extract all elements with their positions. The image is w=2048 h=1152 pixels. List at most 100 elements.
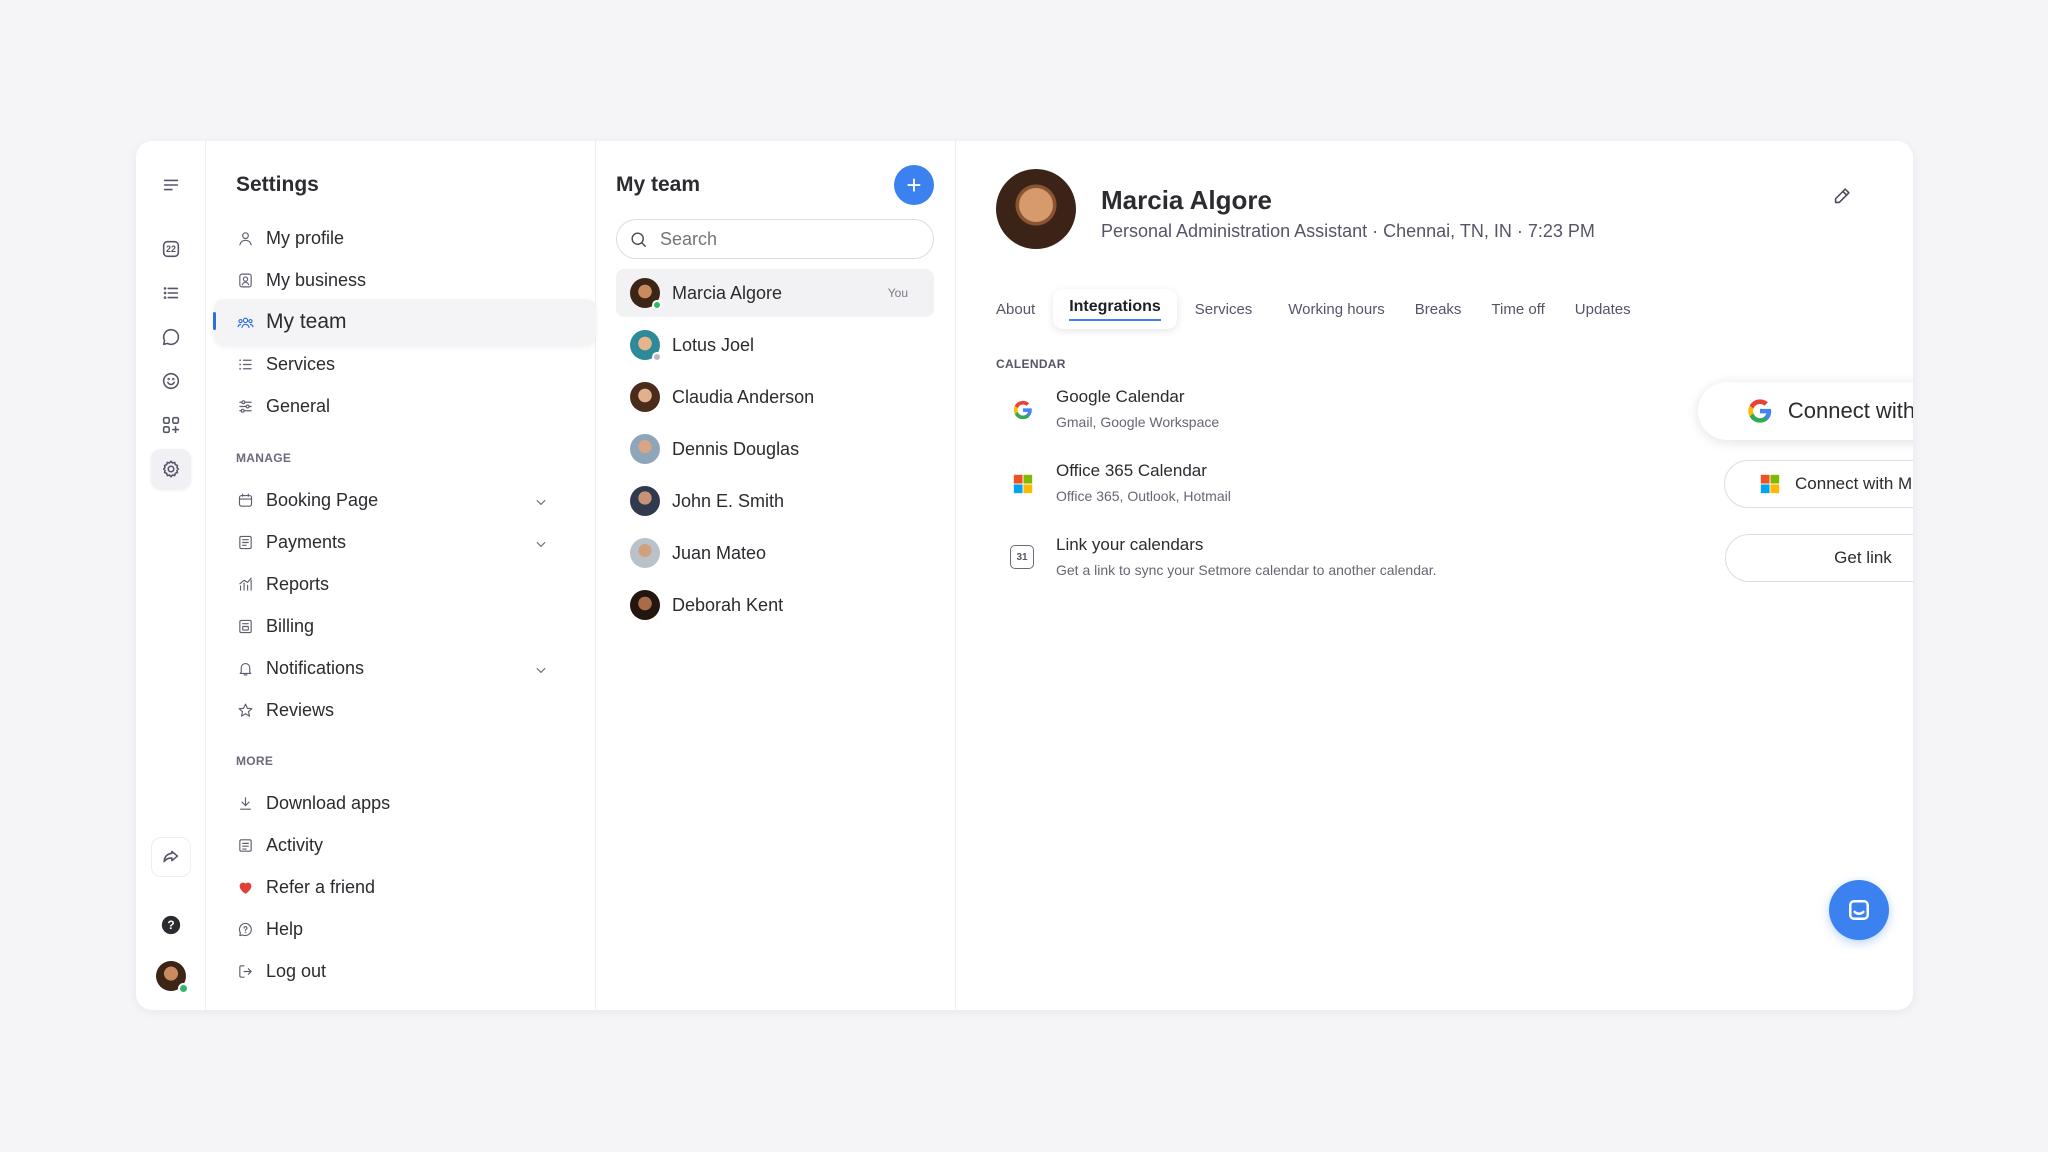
more-section-label: MORE — [236, 754, 274, 768]
calendar-icon — [236, 491, 254, 509]
nav-label: Log out — [266, 960, 327, 981]
menu-icon[interactable] — [151, 165, 191, 205]
nav-reviews[interactable]: Reviews — [236, 691, 576, 729]
team-member-row[interactable]: Marcia Algore You — [616, 269, 934, 317]
you-badge: You — [887, 286, 908, 300]
smiley-icon[interactable] — [151, 361, 191, 401]
nav-my-profile[interactable]: My profile — [236, 219, 576, 257]
download-icon — [236, 794, 254, 812]
integration-desc: Office 365, Outlook, Hotmail — [1056, 488, 1231, 504]
nav-activity[interactable]: Activity — [236, 826, 576, 864]
nav-services[interactable]: Services — [236, 345, 576, 383]
member-name: Marcia Algore — [672, 282, 783, 303]
online-status-dot — [178, 983, 189, 994]
add-member-button[interactable]: + — [894, 165, 934, 205]
nav-my-team[interactable]: My team — [213, 299, 596, 345]
pencil-icon — [1834, 188, 1850, 204]
nav-reports[interactable]: Reports — [236, 565, 576, 603]
member-name: Juan Mateo — [672, 542, 767, 563]
member-avatar — [630, 590, 660, 620]
connect-microsoft-button[interactable]: Connect with Microsoft — [1724, 460, 1913, 508]
nav-label: Download apps — [266, 792, 391, 813]
nav-label: Help — [266, 918, 304, 939]
nav-label: Payments — [266, 531, 347, 552]
integration-title: Office 365 Calendar — [1056, 461, 1207, 480]
member-avatar — [630, 486, 660, 516]
button-label: Connect with Microsoft — [1795, 474, 1913, 493]
chevron-down-icon[interactable] — [534, 661, 548, 675]
team-member-row[interactable]: Dennis Douglas — [616, 425, 934, 473]
nav-label: Activity — [266, 834, 324, 855]
team-member-row[interactable]: Claudia Anderson — [616, 373, 934, 421]
member-avatar — [630, 278, 662, 310]
nav-label: Reviews — [266, 699, 335, 720]
get-link-button[interactable]: Get link — [1725, 534, 1913, 582]
member-avatar — [630, 330, 662, 362]
chat-icon — [1849, 900, 1869, 920]
team-member-row[interactable]: Deborah Kent — [616, 581, 934, 629]
profile-avatar — [996, 169, 1076, 249]
tab-time-off[interactable]: Time off — [1475, 289, 1558, 329]
chevron-down-icon[interactable] — [534, 535, 548, 549]
nav-booking-page[interactable]: Booking Page — [236, 481, 576, 519]
button-label: Get link — [1834, 548, 1892, 567]
edit-button[interactable] — [1831, 185, 1857, 211]
nav-billing[interactable]: Billing — [236, 607, 576, 645]
microsoft-icon — [1010, 471, 1036, 497]
nav-label: My profile — [266, 227, 345, 248]
nav-my-business[interactable]: My business — [236, 261, 576, 299]
icon-rail: 22 ? — [136, 141, 206, 1010]
tab-services[interactable]: Services — [1181, 289, 1267, 329]
person-icon — [236, 229, 254, 247]
member-avatar — [630, 434, 660, 464]
integration-title: Link your calendars — [1056, 535, 1204, 554]
calendar-day-label: 22 — [165, 244, 176, 254]
nav-log-out[interactable]: Log out — [236, 952, 576, 990]
member-detail: Marcia Algore Personal Administration As… — [956, 141, 1913, 1010]
integration-desc: Get a link to sync your Setmore calendar… — [1056, 562, 1437, 578]
business-icon — [236, 271, 254, 289]
nav-label: Refer a friend — [266, 876, 376, 897]
chat-support-button[interactable] — [1829, 880, 1889, 940]
tab-breaks[interactable]: Breaks — [1399, 289, 1476, 329]
team-member-row[interactable]: Lotus Joel — [616, 321, 934, 369]
nav-general[interactable]: General — [236, 387, 576, 425]
tab-working-hours[interactable]: Working hours — [1266, 289, 1398, 329]
nav-refer-a-friend[interactable]: Refer a friend — [236, 868, 576, 906]
list-icon[interactable] — [151, 273, 191, 313]
nav-notifications[interactable]: Notifications — [236, 649, 576, 687]
tab-about[interactable]: About — [996, 289, 1049, 329]
help-icon — [236, 920, 254, 938]
microsoft-icon — [1759, 473, 1781, 495]
nav-payments[interactable]: Payments — [236, 523, 576, 561]
nav-help[interactable]: Help — [236, 910, 576, 948]
apps-icon[interactable] — [151, 405, 191, 445]
logout-icon — [236, 962, 254, 980]
settings-sidebar: Settings My profile My business My team … — [206, 141, 596, 1010]
member-avatar — [630, 382, 660, 412]
nav-label: Reports — [266, 573, 330, 594]
member-name: Lotus Joel — [672, 334, 755, 355]
member-name: Dennis Douglas — [672, 438, 800, 459]
team-title: My team — [616, 173, 701, 196]
share-icon[interactable] — [151, 837, 191, 877]
chat-icon[interactable] — [151, 317, 191, 357]
calendar-icon[interactable]: 22 — [151, 229, 191, 269]
nav-download-apps[interactable]: Download apps — [236, 784, 576, 822]
tab-updates[interactable]: Updates — [1559, 289, 1645, 329]
help-icon[interactable]: ? — [151, 905, 191, 945]
profile-tabs: About Integrations Services Working hour… — [996, 289, 1645, 329]
chevron-down-icon[interactable] — [534, 493, 548, 507]
gear-icon[interactable] — [151, 449, 191, 489]
calendar-31-label: 31 — [1016, 551, 1028, 563]
user-avatar[interactable] — [156, 961, 189, 994]
connect-google-button[interactable]: Connect with Google — [1698, 382, 1913, 440]
chart-icon — [236, 575, 254, 593]
team-member-row[interactable]: Juan Mateo — [616, 529, 934, 577]
team-search[interactable] — [616, 219, 934, 259]
app-window: 22 ? Settings My profile My business My … — [136, 141, 1913, 1010]
team-member-row[interactable]: John E. Smith — [616, 477, 934, 525]
svg-text:?: ? — [167, 918, 174, 932]
tab-integrations[interactable]: Integrations — [1053, 289, 1177, 329]
search-input[interactable] — [660, 228, 910, 250]
